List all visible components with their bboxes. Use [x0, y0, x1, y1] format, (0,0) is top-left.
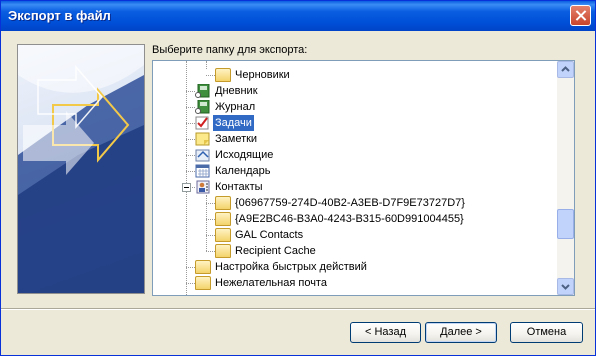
scroll-thumb[interactable]	[557, 209, 574, 239]
contacts-icon	[195, 180, 211, 194]
tree-guide-line	[206, 219, 215, 220]
tree-item-label: Календарь	[215, 165, 271, 177]
tree-item[interactable]: {06967759-274D-40B2-A3EB-D7F9E73727D7}	[153, 195, 557, 211]
tree-guide-line	[186, 123, 195, 124]
collapse-toggle-icon[interactable]	[182, 183, 191, 192]
chevron-down-icon	[561, 284, 570, 290]
tree-item[interactable]: GAL Contacts	[153, 227, 557, 243]
tree-guide-line	[186, 107, 195, 108]
close-button[interactable]	[570, 5, 591, 26]
tree-item-label: Нежелательная почта	[215, 277, 327, 289]
outbox-icon	[195, 148, 211, 162]
scroll-up-button[interactable]	[557, 61, 574, 78]
tree-guide-line	[206, 203, 215, 204]
tasks-icon	[195, 116, 211, 130]
tree-item-label: {06967759-274D-40B2-A3EB-D7F9E73727D7}	[235, 197, 465, 209]
arrow-graphic-icon	[18, 45, 144, 293]
tree-scrollbar[interactable]	[557, 61, 574, 295]
chevron-up-icon	[561, 66, 570, 72]
tree-guide-line	[206, 235, 215, 236]
button-divider	[1, 308, 595, 310]
tree-guide-line	[186, 267, 195, 268]
folder-icon	[195, 260, 211, 274]
export-dialog: Экспорт в файл Выберите папку для экспор…	[0, 0, 596, 356]
folder-prompt-label: Выберите папку для экспорта:	[152, 44, 308, 56]
tree-item[interactable]: {A9E2BC46-B3A0-4243-B315-60D991004455}	[153, 211, 557, 227]
scroll-down-button[interactable]	[557, 278, 574, 295]
window-title: Экспорт в файл	[8, 8, 111, 23]
tree-item[interactable]: Настройка быстрых действий	[153, 259, 557, 275]
tree-item[interactable]: Исходящие	[153, 147, 557, 163]
folder-icon	[215, 228, 231, 242]
tree-item-label: Заметки	[215, 133, 258, 145]
journal-icon	[195, 83, 211, 98]
next-button[interactable]: Далее >	[425, 322, 497, 343]
tree-guide-line	[206, 75, 215, 76]
tree-item-label: Настройка быстрых действий	[215, 261, 367, 273]
tree-guide-line	[186, 171, 195, 172]
folder-icon	[215, 212, 231, 226]
cancel-button[interactable]: Отмена	[510, 322, 583, 343]
tree-item-label: Черновики	[235, 69, 290, 81]
tree-item-label: Исходящие	[215, 149, 274, 161]
folder-icon	[215, 244, 231, 258]
tree-item[interactable]: Календарь	[153, 163, 557, 179]
folder-tree[interactable]: Черновики Дневник Журнал Задачи Заметки Исход…	[152, 60, 575, 296]
back-button[interactable]: < Назад	[350, 322, 421, 343]
wizard-illustration	[17, 44, 145, 294]
tree-item-label: Recipient Cache	[235, 245, 316, 257]
tree-item[interactable]: Recipient Cache	[153, 243, 557, 259]
tree-item[interactable]: Журнал	[153, 99, 557, 115]
tree-item-label: Дневник	[215, 85, 258, 97]
tree-item[interactable]: Контакты	[153, 179, 557, 195]
tree-guide-line	[186, 139, 195, 140]
journal-icon	[195, 99, 211, 114]
tree-item[interactable]: Дневник	[153, 83, 557, 99]
tree-item[interactable]: Задачи	[153, 115, 557, 131]
folder-icon	[215, 68, 231, 82]
tree-item[interactable]: Нежелательная почта	[153, 275, 557, 291]
tree-item[interactable]: Заметки	[153, 131, 557, 147]
tree-guide-line	[186, 91, 195, 92]
tree-item-label: Контакты	[215, 181, 263, 193]
tree-item-label: {A9E2BC46-B3A0-4243-B315-60D991004455}	[235, 213, 464, 225]
tree-guide-line	[206, 251, 215, 252]
folder-icon	[195, 276, 211, 290]
title-bar: Экспорт в файл	[1, 1, 595, 31]
folder-tree-list: Черновики Дневник Журнал Задачи Заметки Исход…	[153, 61, 557, 295]
tree-item[interactable]: Черновики	[153, 67, 557, 83]
tree-item-label: Журнал	[215, 101, 256, 113]
notes-icon	[195, 132, 211, 146]
tree-guide-line	[186, 283, 195, 284]
calendar-icon	[195, 164, 211, 178]
tree-item-label: Задачи	[213, 115, 254, 131]
tree-item-label: GAL Contacts	[235, 229, 304, 241]
tree-guide-line	[186, 155, 195, 156]
folder-icon	[215, 196, 231, 210]
